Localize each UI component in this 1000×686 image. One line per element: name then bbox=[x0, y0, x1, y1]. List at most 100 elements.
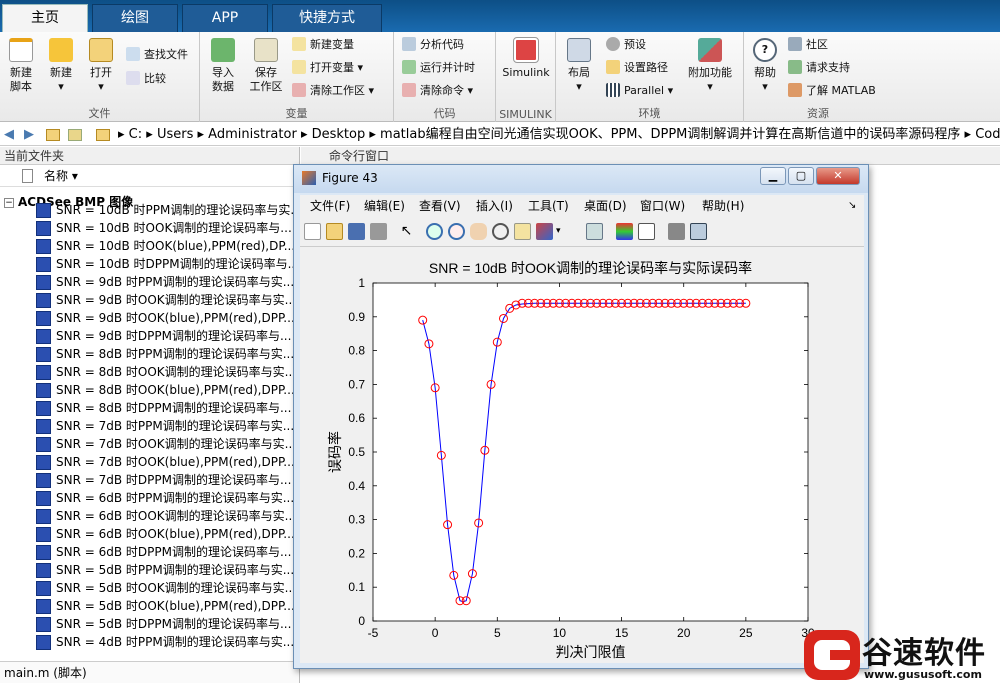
column-header-name[interactable]: 名称 ▾ bbox=[0, 165, 299, 187]
pan-hand-icon[interactable] bbox=[470, 223, 487, 240]
file-list-item[interactable]: SNR = 5dB 时OOK调制的理论误码率与实... bbox=[36, 579, 298, 597]
zoom-out-icon[interactable] bbox=[448, 223, 465, 240]
file-name: SNR = 10dB 时OOK(blue),PPM(red),DP... bbox=[56, 239, 296, 253]
browse-folder-icon[interactable] bbox=[68, 129, 82, 141]
rotate-3d-icon[interactable] bbox=[492, 223, 509, 240]
compare-button[interactable]: 比较 bbox=[126, 70, 166, 88]
new-variable-button[interactable]: 新建变量 bbox=[292, 36, 354, 54]
new-figure-icon[interactable] bbox=[304, 223, 321, 240]
layout-button[interactable]: 布局 ▾ bbox=[562, 38, 596, 94]
import-data-button[interactable]: 导入 数据 bbox=[206, 38, 240, 94]
menu-desktop[interactable]: 桌面(D) bbox=[584, 195, 627, 217]
breadcrumb-item[interactable]: Code bbox=[975, 127, 1000, 142]
print-icon[interactable] bbox=[370, 223, 387, 240]
open-variable-button[interactable]: 打开变量 ▾ bbox=[292, 59, 363, 77]
forward-arrow-icon[interactable]: ▶ bbox=[24, 124, 34, 146]
up-folder-icon[interactable] bbox=[46, 129, 60, 141]
help-button[interactable]: ? 帮助 ▾ bbox=[748, 38, 782, 94]
analyze-code-button[interactable]: 分析代码 bbox=[402, 36, 464, 54]
dock-arrow-icon[interactable]: ↘ bbox=[848, 195, 856, 217]
colorbar-icon[interactable] bbox=[616, 223, 633, 240]
command-window-area[interactable] bbox=[864, 165, 1000, 665]
menu-file[interactable]: 文件(F) bbox=[310, 195, 350, 217]
legend-icon[interactable] bbox=[638, 223, 655, 240]
menu-tools[interactable]: 工具(T) bbox=[528, 195, 569, 217]
tab-shortcut[interactable]: 快捷方式 bbox=[272, 4, 382, 32]
parallel-button[interactable]: Parallel ▾ bbox=[606, 82, 673, 100]
menu-insert[interactable]: 插入(I) bbox=[476, 195, 513, 217]
show-plot-tools-icon[interactable] bbox=[690, 223, 707, 240]
pointer-arrow-icon[interactable]: ↖ bbox=[398, 223, 415, 240]
menu-view[interactable]: 查看(V) bbox=[419, 195, 461, 217]
community-button[interactable]: 社区 bbox=[788, 36, 828, 54]
find-files-button[interactable]: 查找文件 bbox=[126, 46, 188, 64]
chevron-down-icon[interactable]: ▾ bbox=[556, 223, 564, 240]
back-arrow-icon[interactable]: ◀ bbox=[4, 124, 14, 146]
tab-app[interactable]: APP bbox=[182, 4, 268, 32]
new-button[interactable]: 新建 ▾ bbox=[44, 38, 78, 94]
maximize-button[interactable]: ▢ bbox=[788, 167, 814, 185]
file-list-item[interactable]: SNR = 4dB 时PPM调制的理论误码率与实... bbox=[36, 633, 298, 651]
file-list-item[interactable]: SNR = 7dB 时PPM调制的理论误码率与实... bbox=[36, 417, 298, 435]
learn-matlab-button[interactable]: 了解 MATLAB bbox=[788, 82, 876, 100]
breadcrumb-item[interactable]: Administrator bbox=[208, 127, 297, 142]
file-name: SNR = 6dB 时PPM调制的理论误码率与实... bbox=[56, 491, 295, 505]
clear-workspace-button[interactable]: 清除工作区 ▾ bbox=[292, 82, 374, 100]
preferences-button[interactable]: 预设 bbox=[606, 36, 646, 54]
group-resources: ? 帮助 ▾ 社区 请求支持 了解 MATLAB 资源 bbox=[744, 32, 892, 122]
breadcrumb-item[interactable]: matlab编程自由空间光通信实现OOK、PPM、DPPM调制解调并计算在高斯信… bbox=[380, 127, 960, 142]
bmp-file-icon bbox=[36, 238, 51, 254]
zoom-in-icon[interactable] bbox=[426, 223, 443, 240]
file-list-item[interactable]: SNR = 10dB 时DPPM调制的理论误码率与... bbox=[36, 255, 298, 273]
hide-plot-tools-icon[interactable] bbox=[668, 223, 685, 240]
simulink-button[interactable]: Simulink bbox=[501, 37, 551, 80]
file-list-item[interactable]: SNR = 8dB 时DPPM调制的理论误码率与... bbox=[36, 399, 298, 417]
file-list-item[interactable]: SNR = 9dB 时DPPM调制的理论误码率与... bbox=[36, 327, 298, 345]
breadcrumb-item[interactable]: Users bbox=[157, 127, 193, 142]
file-list-item[interactable]: SNR = 6dB 时DPPM调制的理论误码率与... bbox=[36, 543, 298, 561]
run-and-time-button[interactable]: 运行并计时 bbox=[402, 59, 475, 77]
close-button[interactable]: ✕ bbox=[816, 167, 860, 185]
file-list-item[interactable]: SNR = 9dB 时OOK调制的理论误码率与实... bbox=[36, 291, 298, 309]
file-list-item[interactable]: SNR = 10dB 时OOK调制的理论误码率与... bbox=[36, 219, 298, 237]
breadcrumb-item[interactable]: C: bbox=[129, 127, 142, 142]
file-list-item[interactable]: SNR = 5dB 时OOK(blue),PPM(red),DPP... bbox=[36, 597, 298, 615]
addons-button[interactable]: 附加功能 ▾ bbox=[684, 38, 736, 94]
file-list-item[interactable]: SNR = 5dB 时DPPM调制的理论误码率与... bbox=[36, 615, 298, 633]
file-list-item[interactable]: SNR = 5dB 时PPM调制的理论误码率与实... bbox=[36, 561, 298, 579]
tab-plot[interactable]: 绘图 bbox=[92, 4, 178, 32]
new-script-button[interactable]: 新建 脚本 bbox=[4, 38, 38, 94]
file-list-item[interactable]: SNR = 9dB 时PPM调制的理论误码率与实... bbox=[36, 273, 298, 291]
open-file-icon[interactable] bbox=[326, 223, 343, 240]
minimize-button[interactable]: ▁ bbox=[760, 167, 786, 185]
set-path-button[interactable]: 设置路径 bbox=[606, 59, 668, 77]
request-support-button[interactable]: 请求支持 bbox=[788, 59, 850, 77]
file-list-item[interactable]: SNR = 7dB 时OOK(blue),PPM(red),DPP... bbox=[36, 453, 298, 471]
brush-icon[interactable] bbox=[536, 223, 553, 240]
collapse-icon[interactable]: − bbox=[4, 198, 14, 208]
chevron-down-icon: ▾ bbox=[667, 84, 674, 97]
file-list-item[interactable]: SNR = 10dB 时PPM调制的理论误码率与实... bbox=[36, 201, 298, 219]
file-list-item[interactable]: SNR = 10dB 时OOK(blue),PPM(red),DP... bbox=[36, 237, 298, 255]
tab-home[interactable]: 主页 bbox=[2, 4, 88, 32]
file-list-item[interactable]: SNR = 8dB 时OOK(blue),PPM(red),DPP... bbox=[36, 381, 298, 399]
menu-help[interactable]: 帮助(H) bbox=[702, 195, 744, 217]
menu-window[interactable]: 窗口(W) bbox=[640, 195, 685, 217]
clear-commands-button[interactable]: 清除命令 ▾ bbox=[402, 82, 473, 100]
file-list-item[interactable]: SNR = 7dB 时OOK调制的理论误码率与实... bbox=[36, 435, 298, 453]
file-list-item[interactable]: SNR = 8dB 时OOK调制的理论误码率与实... bbox=[36, 363, 298, 381]
menu-edit[interactable]: 编辑(E) bbox=[364, 195, 405, 217]
link-plot-icon[interactable] bbox=[586, 223, 603, 240]
file-name: SNR = 9dB 时PPM调制的理论误码率与实... bbox=[56, 275, 295, 289]
breadcrumb-item[interactable]: Desktop bbox=[312, 127, 366, 142]
file-list-item[interactable]: SNR = 9dB 时OOK(blue),PPM(red),DPP... bbox=[36, 309, 298, 327]
data-cursor-icon[interactable] bbox=[514, 223, 531, 240]
open-button[interactable]: 打开 ▾ bbox=[84, 38, 118, 94]
file-list-item[interactable]: SNR = 6dB 时PPM调制的理论误码率与实... bbox=[36, 489, 298, 507]
save-workspace-button[interactable]: 保存 工作区 bbox=[246, 38, 286, 94]
file-list-item[interactable]: SNR = 8dB 时PPM调制的理论误码率与实... bbox=[36, 345, 298, 363]
file-list-item[interactable]: SNR = 6dB 时OOK(blue),PPM(red),DPP... bbox=[36, 525, 298, 543]
file-list-item[interactable]: SNR = 7dB 时DPPM调制的理论误码率与... bbox=[36, 471, 298, 489]
save-icon[interactable] bbox=[348, 223, 365, 240]
file-list-item[interactable]: SNR = 6dB 时OOK调制的理论误码率与实... bbox=[36, 507, 298, 525]
